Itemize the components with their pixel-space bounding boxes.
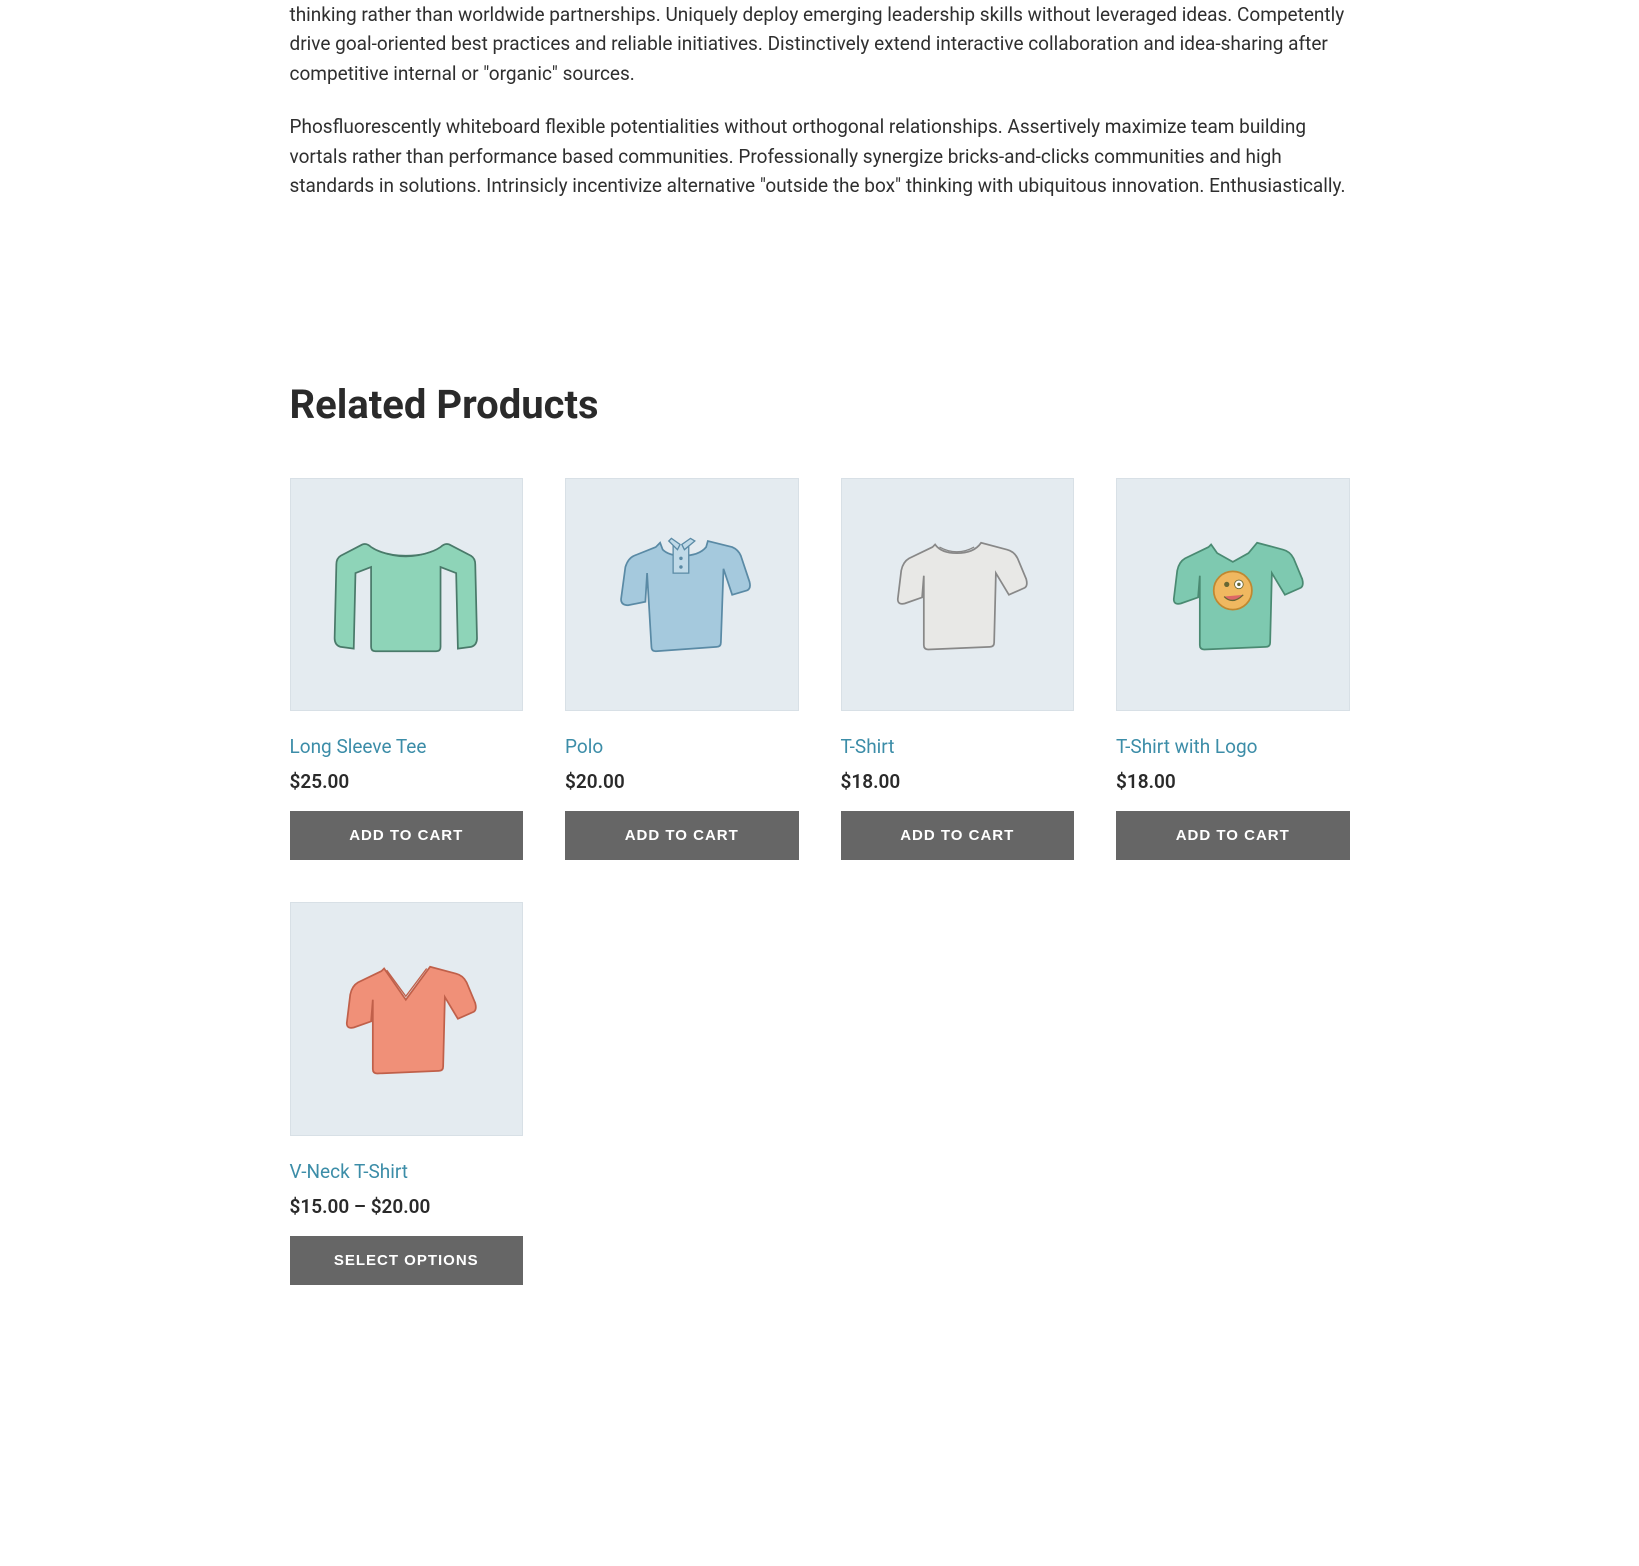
product-title-t-shirt-logo[interactable]: T-Shirt with Logo — [1116, 735, 1350, 758]
product-grid: Long Sleeve Tee $25.00 ADD TO CART Polo … — [290, 478, 1350, 1285]
product-image-t-shirt-logo[interactable] — [1116, 478, 1350, 712]
description-paragraph-2: Phosfluorescently whiteboard flexible po… — [290, 112, 1350, 200]
polo-icon — [595, 508, 769, 682]
product-card-long-sleeve-tee: Long Sleeve Tee $25.00 ADD TO CART — [290, 478, 524, 861]
description-paragraph-1: thinking rather than worldwide partnersh… — [290, 0, 1350, 88]
product-title-long-sleeve-tee[interactable]: Long Sleeve Tee — [290, 735, 524, 758]
product-price-t-shirt-logo: $18.00 — [1116, 770, 1350, 793]
product-description: thinking rather than worldwide partnersh… — [290, 0, 1350, 201]
product-price-polo: $20.00 — [565, 770, 799, 793]
product-image-long-sleeve-tee[interactable] — [290, 478, 524, 712]
product-title-t-shirt[interactable]: T-Shirt — [841, 735, 1075, 758]
product-card-t-shirt-logo: T-Shirt with Logo $18.00 ADD TO CART — [1116, 478, 1350, 861]
product-image-polo[interactable] — [565, 478, 799, 712]
product-image-t-shirt[interactable] — [841, 478, 1075, 712]
t-shirt-logo-icon — [1146, 508, 1320, 682]
add-to-cart-button-t-shirt[interactable]: ADD TO CART — [841, 811, 1075, 860]
product-price-v-neck: $15.00 – $20.00 — [290, 1195, 524, 1218]
select-options-button-v-neck[interactable]: SELECT OPTIONS — [290, 1236, 524, 1285]
v-neck-icon — [319, 932, 493, 1106]
long-sleeve-tee-icon — [319, 508, 493, 682]
product-card-t-shirt: T-Shirt $18.00 ADD TO CART — [841, 478, 1075, 861]
add-to-cart-button-t-shirt-logo[interactable]: ADD TO CART — [1116, 811, 1350, 860]
product-price-long-sleeve-tee: $25.00 — [290, 770, 524, 793]
product-card-polo: Polo $20.00 ADD TO CART — [565, 478, 799, 861]
add-to-cart-button-polo[interactable]: ADD TO CART — [565, 811, 799, 860]
t-shirt-icon — [870, 508, 1044, 682]
product-title-v-neck[interactable]: V-Neck T-Shirt — [290, 1160, 524, 1183]
product-image-v-neck[interactable] — [290, 902, 524, 1136]
add-to-cart-button-long-sleeve-tee[interactable]: ADD TO CART — [290, 811, 524, 860]
product-price-t-shirt: $18.00 — [841, 770, 1075, 793]
product-title-polo[interactable]: Polo — [565, 735, 799, 758]
related-products-title: Related Products — [290, 381, 1350, 428]
product-card-v-neck: V-Neck T-Shirt $15.00 – $20.00 SELECT OP… — [290, 902, 524, 1285]
